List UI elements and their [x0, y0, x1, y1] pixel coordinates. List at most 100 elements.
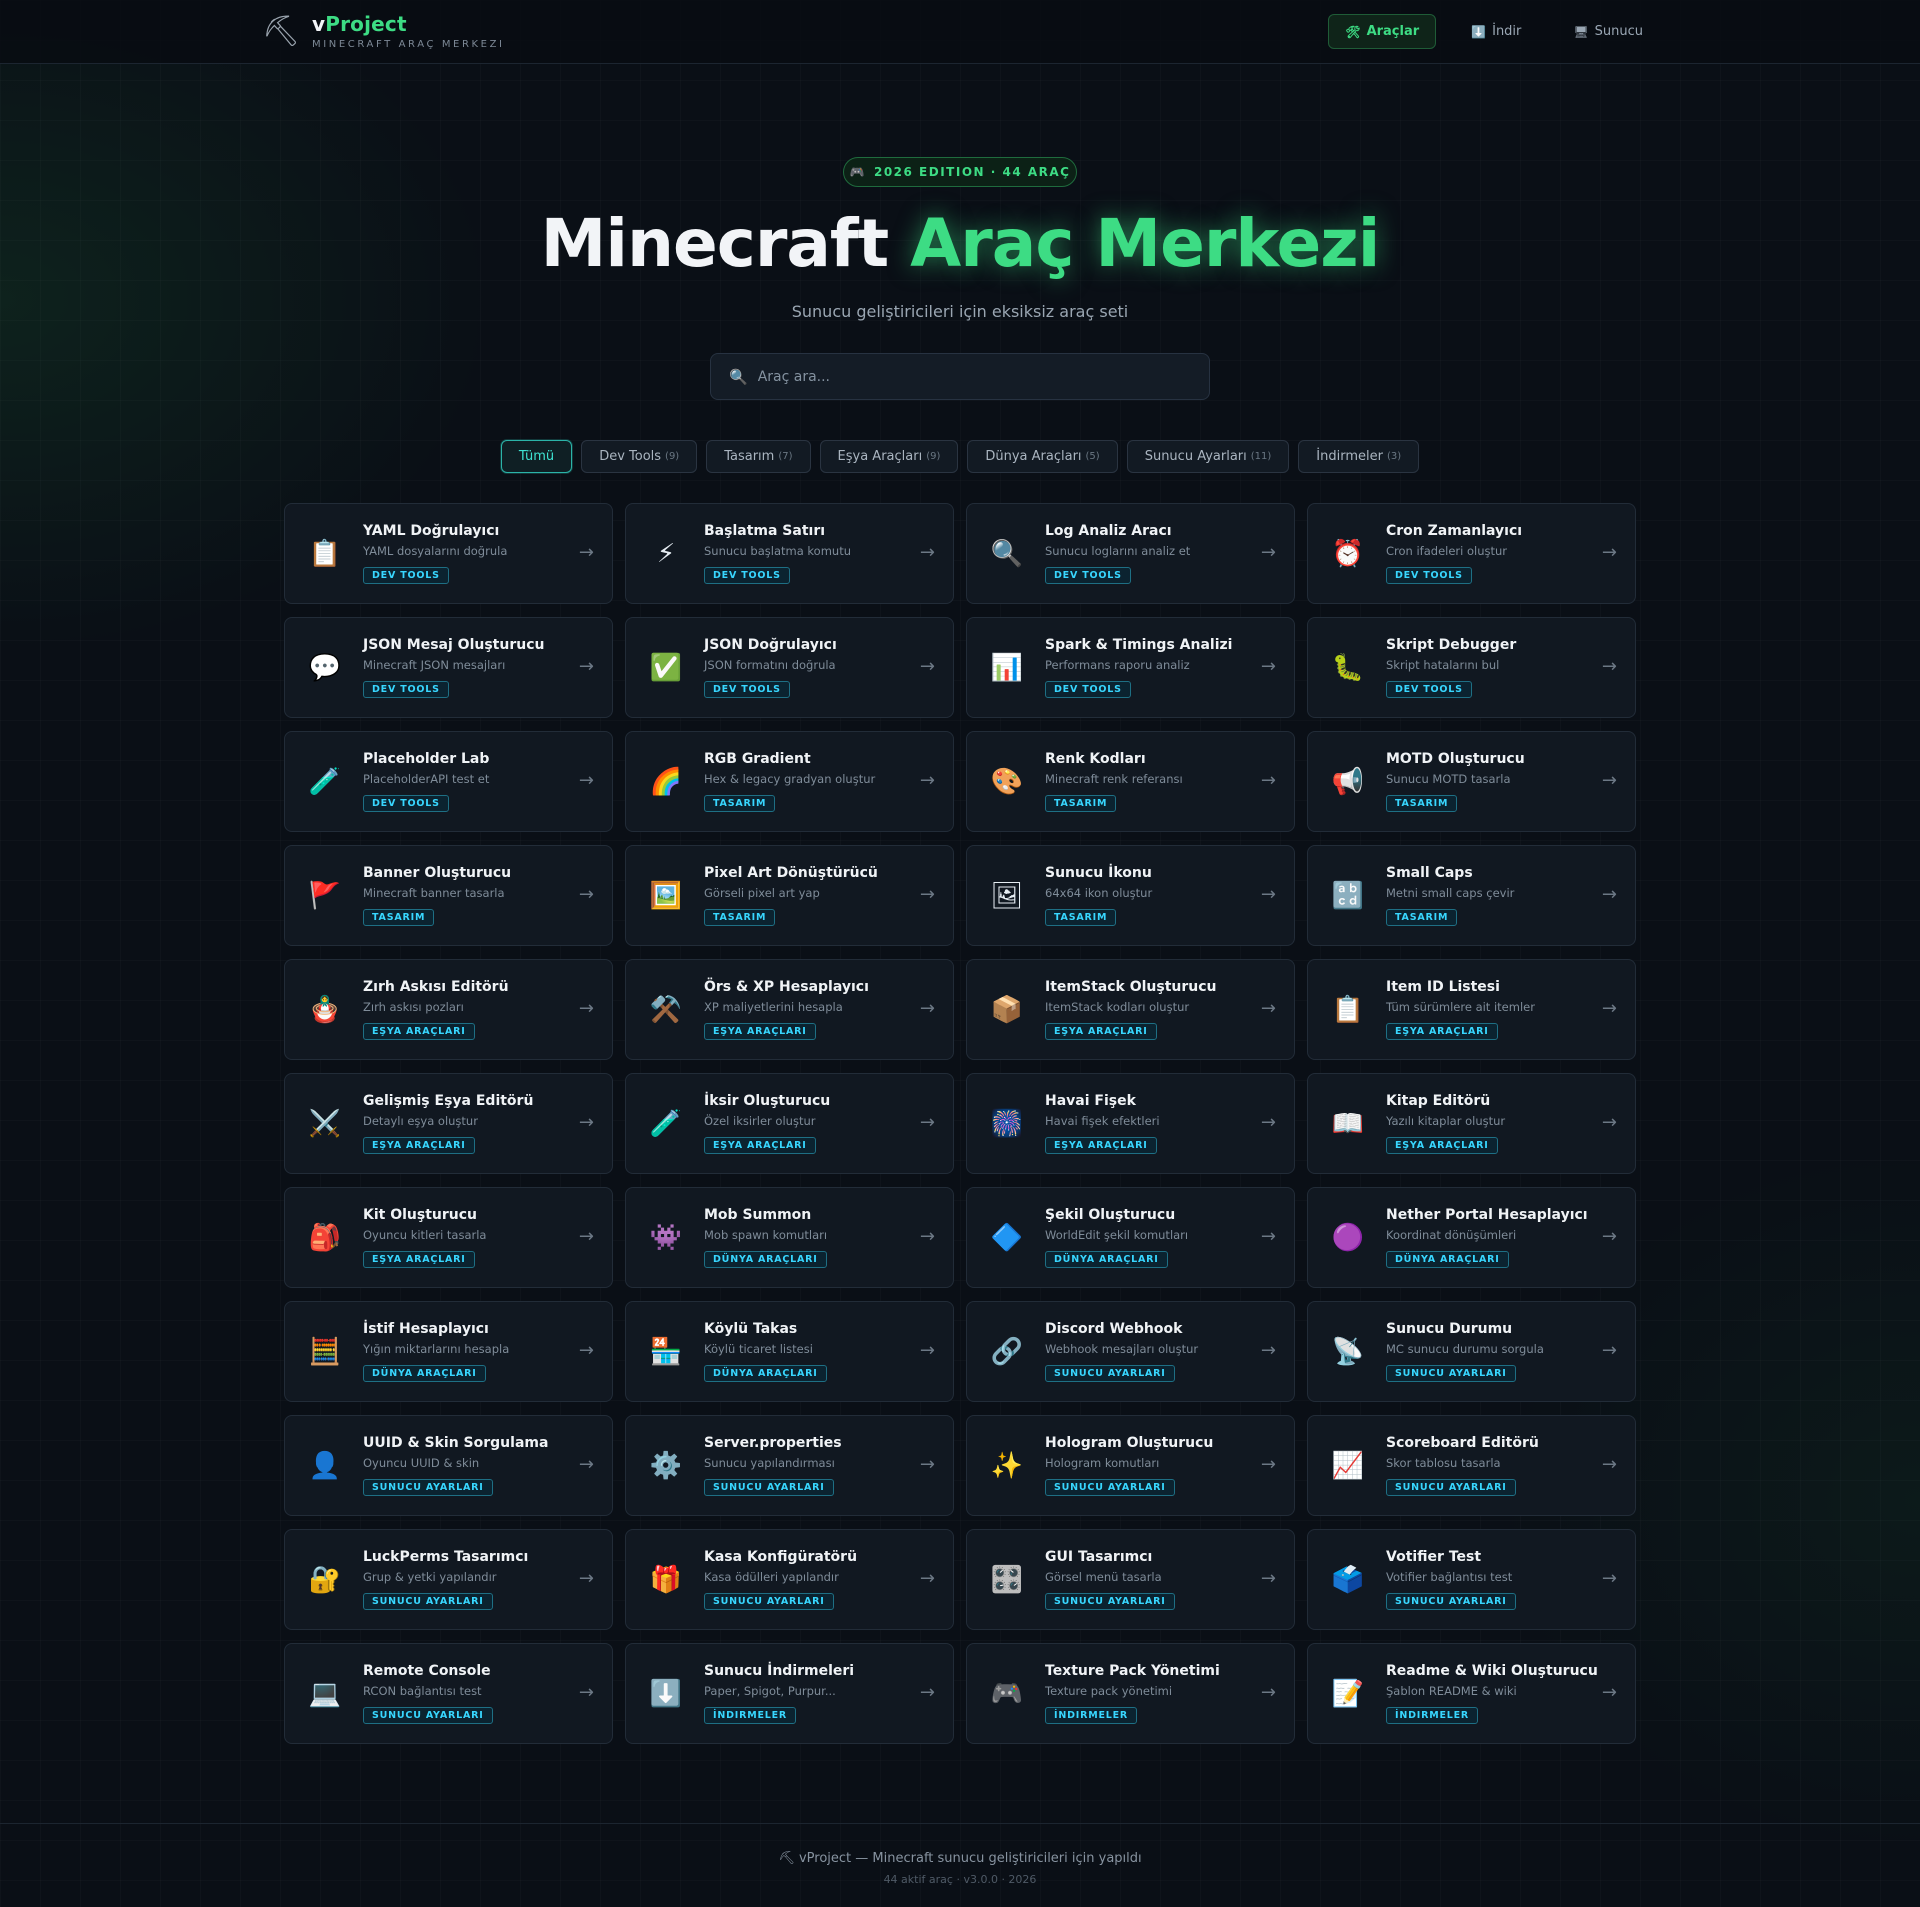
- tool-card-pixel-art-donusturucu[interactable]: 🖼️ Pixel Art Dönüştürücü Görseli pixel art…: [625, 845, 954, 946]
- tool-card-zirh-askisi-editoru[interactable]: 🪆 Zırh Askısı Editörü Zırh askısı pozları E…: [284, 959, 613, 1060]
- tool-title: Mob Summon: [704, 1207, 812, 1223]
- tool-category-tag: İNDIRMELER: [1045, 1707, 1138, 1724]
- tool-card-nether-portal-hesaplayici[interactable]: 🟣 Nether Portal Hesaplayıcı Koordinat dönü…: [1307, 1187, 1636, 1288]
- tool-card-log-analiz-araci[interactable]: 🔍 Log Analiz Aracı Sunucu loglarını analiz…: [966, 503, 1295, 604]
- tool-card-banner-olusturucu[interactable]: 🚩 Banner Oluşturucu Minecraft banner tasar…: [284, 845, 613, 946]
- tool-description: Sunucu MOTD tasarla: [1386, 772, 1511, 786]
- tool-card-body: Havai Fişek Havai fişek efektleri EŞYA ARA…: [1045, 1093, 1294, 1154]
- tool-card-ors-xp-hesaplayici[interactable]: ⚒️ Örs & XP Hesaplayıcı XP maliyetlerini h…: [625, 959, 954, 1060]
- tool-card-json-dogrulayici[interactable]: ✅ JSON Doğrulayıcı JSON formatını doğrula D…: [625, 617, 954, 718]
- filter-chip-sunucu-ayarlari[interactable]: Sunucu Ayarları (11): [1126, 440, 1290, 473]
- filter-chip-indirmeler[interactable]: İndirmeler (3): [1298, 440, 1420, 473]
- tool-card-havai-fisek[interactable]: 🎆 Havai Fişek Havai fişek efektleri EŞYA AR…: [966, 1073, 1295, 1174]
- tool-title: YAML Doğrulayıcı: [363, 523, 500, 539]
- tool-card-renk-kodlari[interactable]: 🎨 Renk Kodları Minecraft renk referansı TAS…: [966, 731, 1295, 832]
- tool-icon: ⚙️: [649, 1450, 683, 1481]
- nav-sunucu[interactable]: 🖥 Sunucu: [1556, 14, 1660, 49]
- tool-title: Sunucu İndirmeleri: [704, 1663, 855, 1679]
- filter-chip-tasarim[interactable]: Tasarım (7): [706, 440, 811, 473]
- tool-card-istif-hesaplayici[interactable]: 🧮 İstif Hesaplayıcı Yığın miktarlarını hes…: [284, 1301, 613, 1402]
- arrow-right-icon: →: [1601, 1682, 1617, 1703]
- tool-card-iksir-olusturucu[interactable]: 🧪 İksir Oluşturucu Özel iksirler oluştur EŞ…: [625, 1073, 954, 1174]
- tool-card-gui-tasarimci[interactable]: 🎛️ GUI Tasarımcı Görsel menü tasarla SUNUCU…: [966, 1529, 1295, 1630]
- tool-card-discord-webhook[interactable]: 🔗 Discord Webhook Webhook mesajları oluştu…: [966, 1301, 1295, 1402]
- tool-card-body: Cron Zamanlayıcı Cron ifadeleri oluştur DE…: [1386, 523, 1635, 584]
- search-box[interactable]: 🔍: [710, 353, 1210, 400]
- tool-title: İstif Hesaplayıcı: [363, 1321, 489, 1337]
- tool-card-rgb-gradient[interactable]: 🌈 RGB Gradient Hex & legacy gradyan oluştu…: [625, 731, 954, 832]
- tool-card-mob-summon[interactable]: 👾 Mob Summon Mob spawn komutları DÜNYA ARAÇ…: [625, 1187, 954, 1288]
- tool-card-koylu-takas[interactable]: 🏪 Köylü Takas Köylü ticaret listesi DÜNYA A…: [625, 1301, 954, 1402]
- tool-card-yaml-dogrulayici[interactable]: 📋 YAML Doğrulayıcı YAML dosyalarını doğrul…: [284, 503, 613, 604]
- tool-card-skript-debugger[interactable]: 🐛 Skript Debugger Skript hatalarını bul DEV…: [1307, 617, 1636, 718]
- arrow-right-icon: →: [919, 1112, 935, 1133]
- tool-description: YAML dosyalarını doğrula: [363, 544, 508, 558]
- nav-araclar[interactable]: 🛠 Araçlar: [1328, 14, 1437, 49]
- tool-card-sunucu-durumu[interactable]: 📡 Sunucu Durumu MC sunucu durumu sorgula SU…: [1307, 1301, 1636, 1402]
- tool-card-gelismis-esya-editoru[interactable]: ⚔️ Gelişmiş Eşya Editörü Detaylı eşya oluş…: [284, 1073, 613, 1174]
- tool-card-luckperms-tasarimci[interactable]: 🔐 LuckPerms Tasarımcı Grup & yetki yapılan…: [284, 1529, 613, 1630]
- tool-title: MOTD Oluşturucu: [1386, 751, 1525, 767]
- tool-card-body: Pixel Art Dönüştürücü Görseli pixel art y…: [704, 865, 953, 926]
- tool-card-body: Votifier Test Votifier bağlantısı test SUN…: [1386, 1549, 1635, 1610]
- tool-title: Kitap Editörü: [1386, 1093, 1491, 1109]
- brand[interactable]: ⛏ vProject MINECRAFT ARAÇ MERKEZI: [262, 12, 505, 50]
- filter-chip-dunya-araclari[interactable]: Dünya Araçları (5): [967, 440, 1118, 473]
- tool-category-tag: SUNUCU AYARLARI: [1045, 1479, 1175, 1496]
- arrow-right-icon: →: [1601, 542, 1617, 563]
- tool-title: Başlatma Satırı: [704, 523, 826, 539]
- arrow-right-icon: →: [1260, 656, 1276, 677]
- tool-description: Oyuncu UUID & skin: [363, 1456, 480, 1470]
- filter-chip-tumu[interactable]: Tümü: [500, 440, 573, 473]
- tool-card-remote-console[interactable]: 💻 Remote Console RCON bağlantısı test SUNUC…: [284, 1643, 613, 1744]
- tool-card-cron-zamanlayici[interactable]: ⏰ Cron Zamanlayıcı Cron ifadeleri oluştur D…: [1307, 503, 1636, 604]
- tool-title: Discord Webhook: [1045, 1321, 1183, 1337]
- tool-card-spark-timings-analizi[interactable]: 📊 Spark & Timings Analizi Performans rapor…: [966, 617, 1295, 718]
- brand-name: vProject: [312, 12, 505, 36]
- arrow-right-icon: →: [1260, 1454, 1276, 1475]
- tool-category-tag: DÜNYA ARAÇLARI: [704, 1365, 827, 1382]
- tool-card-uuid-skin-sorgulama[interactable]: 👤 UUID & Skin Sorgulama Oyuncu UUID & skin…: [284, 1415, 613, 1516]
- tool-category-tag: TASARIM: [704, 909, 776, 926]
- filter-chip-dev-tools[interactable]: Dev Tools (9): [581, 440, 698, 473]
- tool-card-readme-wiki-olusturucu[interactable]: 📝 Readme & Wiki Oluşturucu Şablon README &…: [1307, 1643, 1636, 1744]
- tool-card-texture-pack-yonetimi[interactable]: 🎮 Texture Pack Yönetimi Texture pack yönet…: [966, 1643, 1295, 1744]
- tool-category-tag: EŞYA ARAÇLARI: [363, 1023, 475, 1040]
- tool-card-baslatma-satiri[interactable]: ⚡ Başlatma Satırı Sunucu başlatma komutu DE…: [625, 503, 954, 604]
- nav-indir[interactable]: ⬇️ İndir: [1454, 14, 1538, 49]
- tool-card-sunucu-indirmeleri[interactable]: ⬇️ Sunucu İndirmeleri Paper, Spigot, Purpu…: [625, 1643, 954, 1744]
- tool-title: Item ID Listesi: [1386, 979, 1500, 995]
- tool-card-motd-olusturucu[interactable]: 📢 MOTD Oluşturucu Sunucu MOTD tasarla TASAR…: [1307, 731, 1636, 832]
- tool-card-kitap-editoru[interactable]: 📖 Kitap Editörü Yazılı kitaplar oluştur EŞY…: [1307, 1073, 1636, 1174]
- tool-category-tag: TASARIM: [1045, 795, 1117, 812]
- arrow-right-icon: →: [578, 1454, 594, 1475]
- tool-card-scoreboard-editoru[interactable]: 📈 Scoreboard Editörü Skor tablosu tasarla S…: [1307, 1415, 1636, 1516]
- tool-card-sunucu-ikonu[interactable]: 🖼 Sunucu İkonu 64x64 ikon oluştur TASARIM →: [966, 845, 1295, 946]
- tool-description: RCON bağlantısı test: [363, 1684, 482, 1698]
- tool-card-body: İksir Oluşturucu Özel iksirler oluştur EŞY…: [704, 1093, 953, 1154]
- tool-card-item-id-listesi[interactable]: 📋 Item ID Listesi Tüm sürümlere ait itemle…: [1307, 959, 1636, 1060]
- arrow-right-icon: →: [578, 884, 594, 905]
- tool-icon: 🪆: [308, 994, 342, 1025]
- search-input[interactable]: [757, 368, 1198, 385]
- tool-card-kit-olusturucu[interactable]: 🎒 Kit Oluşturucu Oyuncu kitleri tasarla EŞY…: [284, 1187, 613, 1288]
- filter-label: Dünya Araçları: [985, 449, 1082, 464]
- filter-chip-esya-araclari[interactable]: Eşya Araçları (9): [819, 440, 959, 473]
- tool-card-json-mesaj-olusturucu[interactable]: 💬 JSON Mesaj Oluşturucu Minecraft JSON mes…: [284, 617, 613, 718]
- tool-card-hologram-olusturucu[interactable]: ✨ Hologram Oluşturucu Hologram komutları SU…: [966, 1415, 1295, 1516]
- footer-version: 44 aktif araç · v3.0.0 · 2026: [883, 1873, 1037, 1886]
- filter-label: Dev Tools: [599, 449, 662, 464]
- tool-description: Şablon README & wiki: [1386, 1684, 1517, 1698]
- tool-description: Skript hatalarını bul: [1386, 658, 1500, 672]
- tool-card-itemstack-olusturucu[interactable]: 📦 ItemStack Oluşturucu ItemStack kodları o…: [966, 959, 1295, 1060]
- tool-card-body: Sunucu İkonu 64x64 ikon oluştur TASARIM: [1045, 865, 1294, 926]
- tool-card-votifier-test[interactable]: 🗳️ Votifier Test Votifier bağlantısı test S…: [1307, 1529, 1636, 1630]
- tool-card-sekil-olusturucu[interactable]: 🔷 Şekil Oluşturucu WorldEdit şekil komutla…: [966, 1187, 1295, 1288]
- tool-card-kasa-konfiguratoru[interactable]: 🎁 Kasa Konfigüratörü Kasa ödülleri yapılan…: [625, 1529, 954, 1630]
- tool-card-small-caps[interactable]: 🔡 Small Caps Metni small caps çevir TASARIM…: [1307, 845, 1636, 946]
- tool-card-body: Başlatma Satırı Sunucu başlatma komutu DEV…: [704, 523, 953, 584]
- tool-card-placeholder-lab[interactable]: 🧪 Placeholder Lab PlaceholderAPI test et DE…: [284, 731, 613, 832]
- tool-card-server-properties[interactable]: ⚙️ Server.properties Sunucu yapılandırması…: [625, 1415, 954, 1516]
- tool-card-body: Item ID Listesi Tüm sürümlere ait itemler…: [1386, 979, 1635, 1040]
- tool-category-tag: DÜNYA ARAÇLARI: [704, 1251, 827, 1268]
